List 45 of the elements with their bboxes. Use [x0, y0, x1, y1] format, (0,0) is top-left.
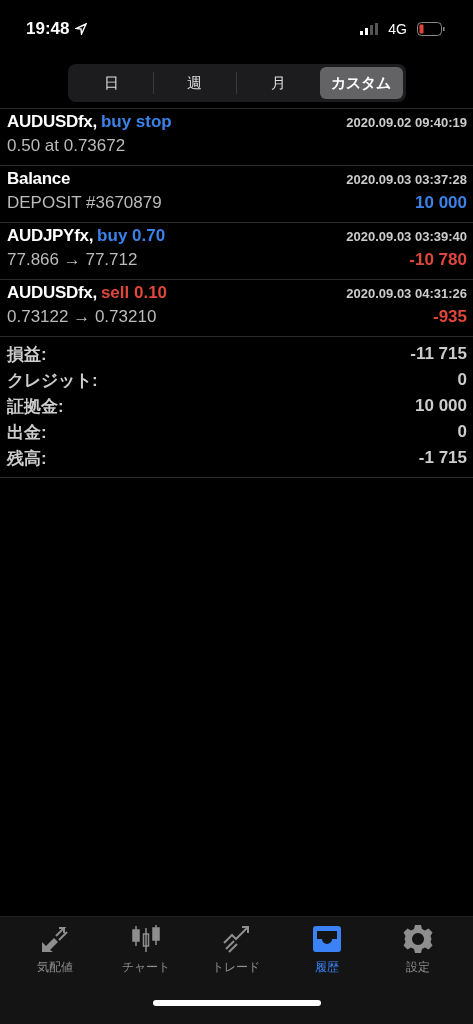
summary-label: 損益:	[7, 343, 47, 366]
deal-time: 2020.09.03 03:39:40	[346, 229, 467, 244]
battery-icon	[417, 22, 445, 36]
summary-value: 0	[457, 422, 467, 442]
tab-bar-item[interactable]: 設定	[372, 923, 463, 981]
summary-value: 0	[457, 370, 467, 390]
summary-label: 残高:	[7, 447, 47, 470]
summary-value: -11 715	[410, 344, 467, 364]
signal-icon	[360, 23, 379, 35]
period-tab[interactable]: 週	[153, 67, 236, 99]
deal-profit: 10 000	[415, 193, 467, 213]
deal-profit: -10 780	[409, 250, 467, 270]
summary-label: 出金:	[7, 421, 47, 444]
summary-label: 証拠金:	[7, 395, 64, 418]
location-arrow-icon	[75, 23, 88, 35]
deal-profit: -935	[432, 307, 467, 327]
summary-label: クレジット:	[7, 369, 98, 392]
period-tab[interactable]: カスタム	[320, 67, 403, 99]
deal-time: 2020.09.03 04:31:26	[346, 286, 467, 301]
deal-detail: 77.866 → 77.712	[7, 250, 138, 270]
deal-symbol: AUDJPYfx,	[7, 226, 94, 246]
deal-action: buy 0.70	[97, 226, 166, 246]
tab-bar-item[interactable]: 気配値	[10, 923, 101, 981]
summary-value: -1 715	[418, 448, 467, 468]
summary-value: 10 000	[415, 396, 467, 416]
settings-icon	[401, 923, 434, 955]
deal-time: 2020.09.02 09:40:19	[346, 115, 467, 130]
inbox-tray-icon	[311, 923, 344, 955]
deal-symbol: AUDUSDfx,	[7, 283, 97, 303]
deal-symbol: AUDUSDfx,	[7, 112, 97, 132]
tab-bar-item[interactable]: チャート	[100, 923, 192, 981]
tab-bar-item[interactable]: トレード	[191, 923, 282, 981]
deal-detail: DEPOSIT #3670879	[7, 193, 162, 213]
deal-detail: 0.73122 → 0.73210	[7, 307, 157, 327]
deal-symbol: Balance	[7, 169, 71, 189]
deal-action: buy stop	[100, 112, 172, 132]
status-time: 19:48	[26, 19, 70, 39]
deal-time: 2020.09.03 03:37:28	[346, 172, 467, 187]
period-tab[interactable]: 月	[237, 67, 320, 99]
deal-detail: 0.50 at 0.73672	[7, 136, 126, 156]
tab-bar-item[interactable]: 履歴	[281, 923, 373, 981]
period-tab[interactable]: 日	[70, 67, 153, 99]
deal-action: sell 0.10	[100, 283, 168, 303]
candlestick-icon	[129, 923, 162, 955]
network-label: 4G	[388, 21, 407, 37]
